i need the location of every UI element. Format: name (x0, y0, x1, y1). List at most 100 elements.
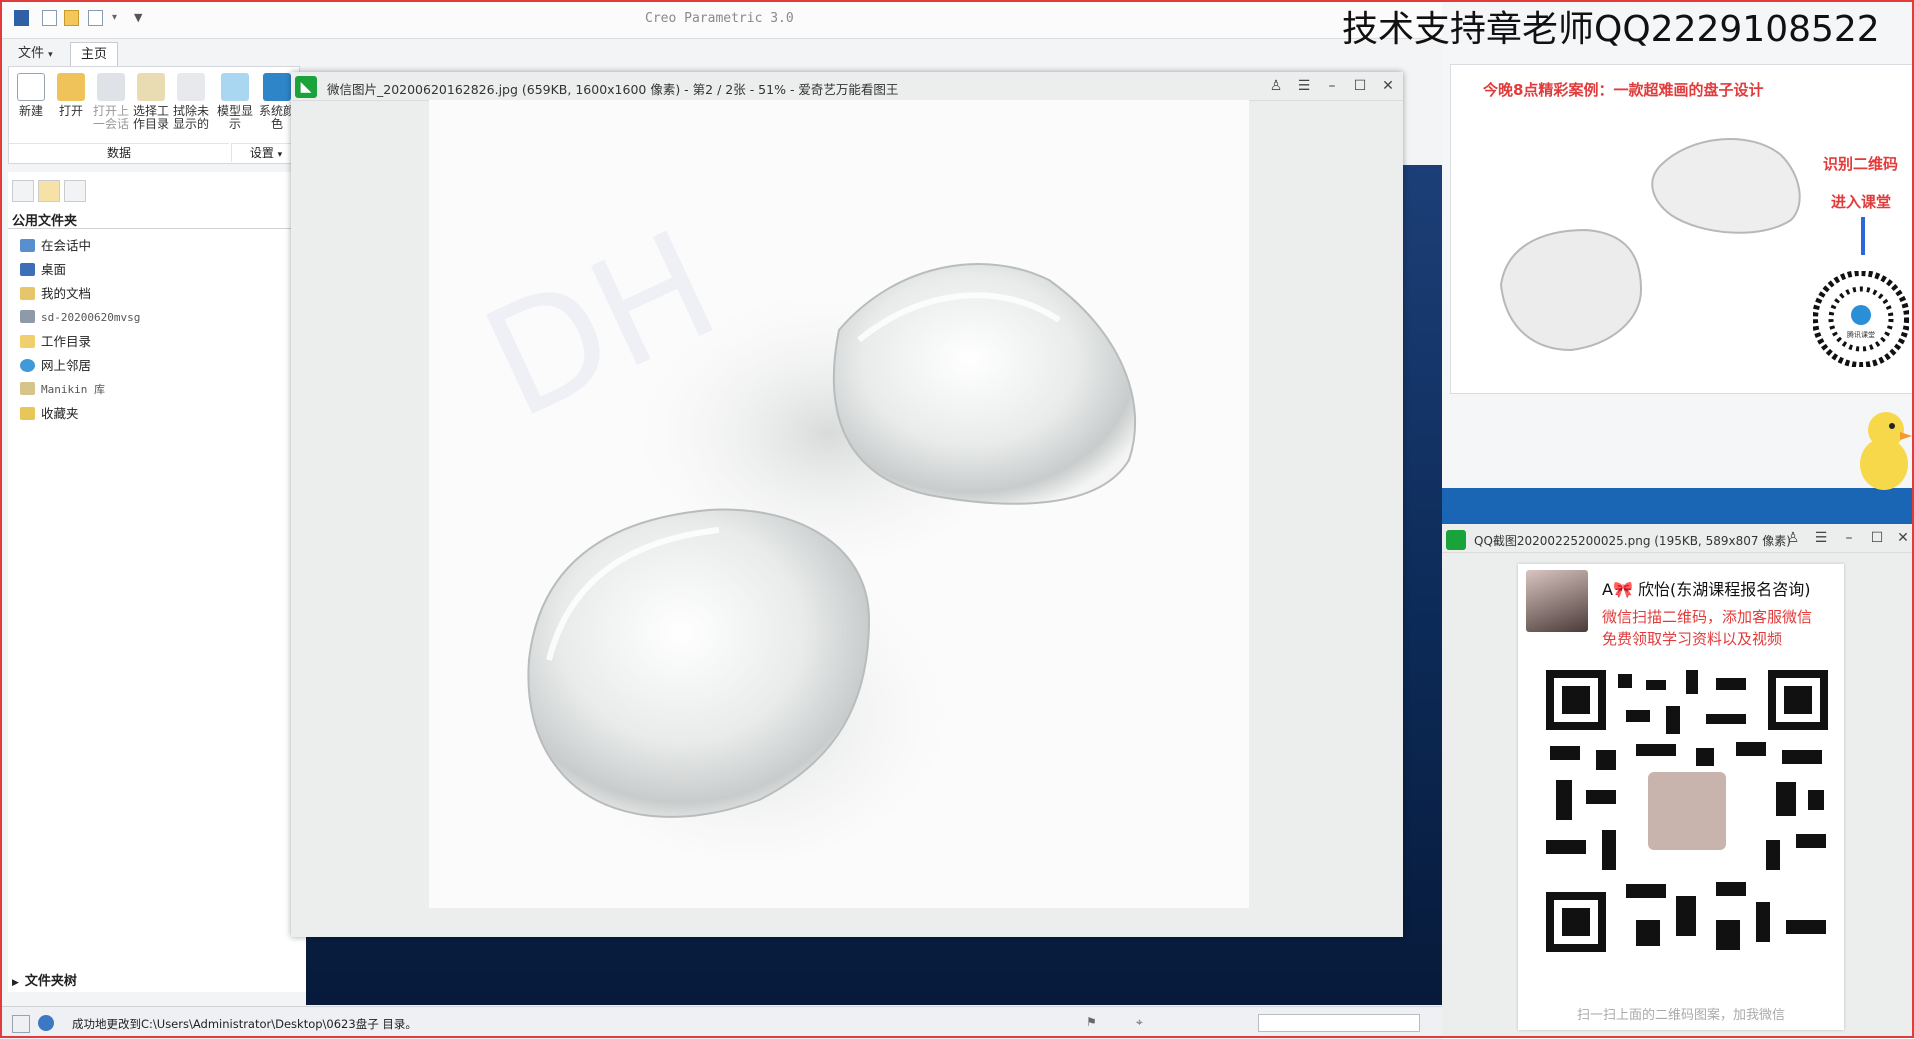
group-settings-dropdown[interactable]: 设置 ▾ (231, 143, 300, 162)
monitor-icon (20, 239, 35, 252)
skin-icon[interactable]: ♙ (1784, 529, 1802, 547)
folder-manikin[interactable]: Manikin 库 (20, 380, 105, 400)
selection-filter-combo[interactable] (1258, 1014, 1420, 1032)
qa-dropdown-icon[interactable]: ▾ (112, 12, 117, 23)
menu-icon[interactable]: ☰ (1812, 529, 1830, 547)
desktop-icon (20, 263, 35, 276)
maximize-icon[interactable]: ☐ (1351, 77, 1369, 95)
folder-session-icon (97, 73, 125, 101)
new-file-icon[interactable] (42, 10, 57, 26)
erase-not-displayed-button[interactable]: 拭除未显示的 (173, 73, 209, 131)
layout-icon[interactable] (12, 1015, 30, 1033)
folder-tree-label: 文件夹树 (24, 974, 77, 989)
folder-favorites[interactable]: 收藏夹 (20, 404, 79, 424)
minimize-icon[interactable]: – (1840, 529, 1858, 547)
folder-host[interactable]: sd-20200620mvsg (20, 308, 140, 328)
select-working-dir-label: 选择工作目录 (133, 104, 170, 131)
image-viewer-window: ◣ 微信图片_20200620162826.jpg (659KB, 1600x1… (291, 72, 1403, 937)
viewer2-title: QQ截图20200225200025.png (195KB, 589x807 像… (1474, 534, 1791, 548)
folder-label: Manikin 库 (41, 383, 105, 396)
folder-label: 桌面 (41, 262, 67, 277)
folder-tree-toggle[interactable]: ▶ 文件夹树 (12, 970, 77, 989)
qr-center-label: 腾讯课堂 (1847, 330, 1875, 339)
recording-frame-top (0, 0, 1914, 2)
open-button[interactable]: 打开 (53, 73, 89, 118)
contact-card: A🎀 欣怡(东湖课程报名咨询) 微信扫描二维码，添加客服微信 免费领取学习资料以… (1518, 564, 1844, 1030)
open-folder-icon[interactable] (64, 10, 79, 26)
model-tree-tab[interactable] (12, 180, 34, 202)
folder-my-documents[interactable]: 我的文档 (20, 284, 91, 304)
qr-code-round[interactable]: 腾讯课堂 (1813, 271, 1909, 367)
open-label: 打开 (58, 104, 83, 118)
ribbon-tabs: 文件 ▾ 主页 (0, 42, 300, 66)
navigator-panel: 公用文件夹 在会话中 桌面 我的文档 sd-20200620mvsg 工作目录 … (8, 172, 307, 992)
new-file-icon (17, 73, 45, 101)
network-icon (20, 359, 35, 372)
recording-frame-left (0, 0, 2, 1038)
model-display-label: 模型显示 (217, 104, 254, 131)
ad-card[interactable]: 今晚8点精彩案例：一款超难画的盘子设计 识别二维码 进入课堂 腾讯课堂 (1450, 64, 1914, 394)
browser-icon[interactable] (38, 1015, 54, 1031)
qq-image-viewer: QQ截图20200225200025.png (195KB, 589x807 像… (1442, 524, 1914, 1038)
plate-render-image: DH (429, 100, 1249, 908)
customize-qa-icon[interactable]: ▼ (134, 11, 142, 24)
model-display-button[interactable]: 模型显示 (217, 73, 253, 131)
tab-file-label: 文件 (18, 46, 45, 61)
chevron-down-icon: ▾ (48, 50, 53, 60)
contact-instruction-1: 微信扫描二维码，添加客服微信 (1602, 608, 1813, 626)
overlay-title: 技术支持章老师QQ2229108522 (1342, 9, 1880, 50)
menu-icon[interactable]: ☰ (1295, 77, 1313, 95)
maximize-icon[interactable]: ☐ (1868, 529, 1886, 547)
title-bar: ▾ ▼ Creo Parametric 3.0 (0, 0, 1442, 39)
tab-file[interactable]: 文件 ▾ (8, 42, 63, 65)
windows-icon[interactable] (88, 10, 103, 26)
folder-label: 工作目录 (41, 334, 92, 349)
new-label: 新建 (18, 104, 43, 118)
erase-not-displayed-label: 拭除未显示的 (173, 104, 210, 131)
folder-browser-tab[interactable] (38, 180, 60, 202)
chevron-down-icon: ▾ (277, 150, 283, 160)
close-icon[interactable]: ✕ (1894, 529, 1912, 547)
app-icon (14, 10, 29, 26)
minimize-icon[interactable]: – (1323, 77, 1341, 95)
wechat-qr-code[interactable] (1546, 670, 1828, 952)
folder-in-session[interactable]: 在会话中 (20, 236, 91, 256)
divider (8, 228, 298, 229)
tab-home[interactable]: 主页 (70, 42, 119, 66)
group-settings-label: 设置 (249, 146, 274, 160)
computer-icon (20, 310, 35, 323)
folder-label: 网上邻居 (41, 358, 92, 373)
avatar (1526, 570, 1588, 632)
select-working-dir-button[interactable]: 选择工作目录 (133, 73, 169, 131)
window-title: Creo Parametric 3.0 (645, 11, 794, 26)
open-last-session-label: 打开上一会话 (93, 104, 130, 131)
folder-label: 我的文档 (41, 286, 92, 301)
library-icon (20, 382, 35, 395)
folder-network[interactable]: 网上邻居 (20, 356, 91, 376)
viewer-title: 微信图片_20200620162826.jpg (659KB, 1600x160… (327, 82, 899, 97)
close-icon[interactable]: ✕ (1379, 77, 1397, 95)
skin-icon[interactable]: ♙ (1267, 77, 1285, 95)
contact-footer: 扫一扫上面的二维码图案，加我微信 (1576, 1008, 1785, 1023)
ad-enter-class-text: 进入课堂 (1831, 193, 1892, 211)
eraser-icon (177, 73, 205, 101)
folder-label: sd-20200620mvsg (41, 311, 141, 324)
system-colors-label: 系统颜色 (259, 104, 295, 131)
open-last-session-button[interactable]: 打开上一会话 (93, 73, 129, 131)
new-button[interactable]: 新建 (13, 73, 49, 118)
group-data-label: 数据 (9, 143, 229, 162)
folder-icon (20, 335, 35, 348)
folder-desktop[interactable]: 桌面 (20, 260, 66, 280)
flag-icon[interactable]: ⚑ (1086, 1015, 1097, 1029)
binoculars-icon[interactable]: ⌖ (1136, 1015, 1143, 1030)
favorites-tab[interactable] (64, 180, 86, 202)
ad-scan-text: 识别二维码 (1823, 155, 1899, 173)
viewer-logo-icon (1446, 530, 1466, 550)
viewer-image[interactable]: DH (429, 100, 1249, 908)
system-colors-icon (263, 73, 291, 101)
folder-working-dir[interactable]: 工作目录 (20, 332, 91, 352)
system-colors-button[interactable]: 系统颜色 (259, 73, 295, 131)
contact-instruction-2: 免费领取学习资料以及视频 (1602, 630, 1783, 648)
chevron-right-icon: ▶ (12, 978, 19, 988)
favorites-icon (20, 407, 35, 420)
